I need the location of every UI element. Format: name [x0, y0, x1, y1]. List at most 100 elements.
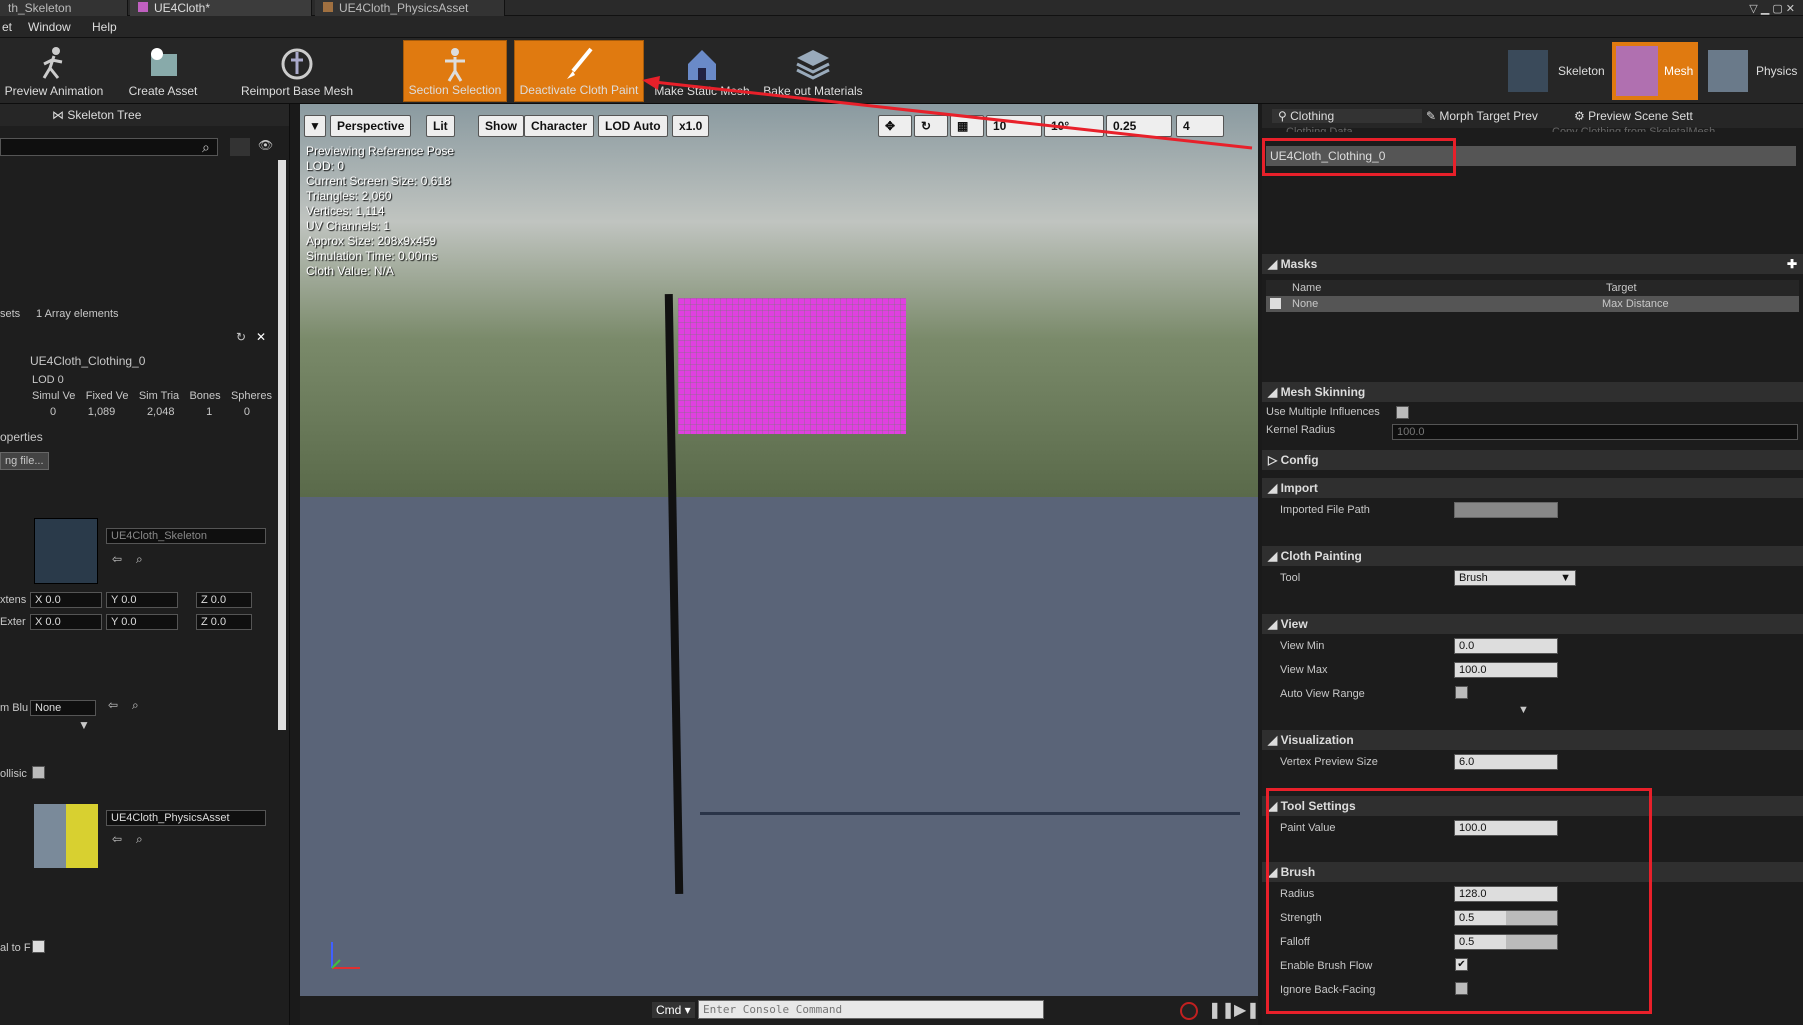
create-asset-button[interactable]: Create Asset: [118, 40, 208, 102]
tool-select[interactable]: Brush ▼: [1454, 570, 1576, 586]
menu-item-window[interactable]: Window: [28, 20, 71, 34]
radius-field[interactable]: 128.0: [1454, 886, 1558, 902]
physics-mode-label[interactable]: Physics: [1756, 64, 1797, 78]
refresh-icon[interactable]: ↻: [236, 330, 246, 344]
use-multiple-checkbox[interactable]: [1396, 406, 1409, 419]
tab-skeleton-tree[interactable]: ⋈ Skeleton Tree: [52, 108, 141, 122]
extent2-x-field[interactable]: X 0.0: [30, 614, 102, 630]
skeleton-mode-label[interactable]: Skeleton: [1558, 64, 1605, 78]
physics-icon: [323, 2, 333, 12]
record-icon[interactable]: [1180, 1002, 1198, 1020]
extent-z-field[interactable]: Z 0.0: [196, 592, 252, 608]
expand-down-icon[interactable]: ▼: [1518, 704, 1529, 716]
paint-value-field[interactable]: 100.0: [1454, 820, 1558, 836]
extent-y-field[interactable]: Y 0.0: [106, 592, 178, 608]
falloff-slider[interactable]: 0.5: [1454, 934, 1558, 950]
mesh-skinning-header[interactable]: ◢ Mesh Skinning: [1262, 382, 1803, 402]
viewport-menu-dropdown[interactable]: ▼: [304, 115, 326, 137]
expand-down-icon[interactable]: ▼: [78, 718, 90, 732]
tab-morph-target[interactable]: ✎ Morph Target Prev: [1426, 109, 1538, 123]
load-file-button[interactable]: ng file...: [0, 452, 49, 470]
mesh-mode-button[interactable]: Mesh: [1612, 42, 1698, 100]
extent2-z-field[interactable]: Z 0.0: [196, 614, 252, 630]
eye-icon[interactable]: 👁: [258, 138, 273, 152]
cloth-flag[interactable]: [678, 298, 906, 434]
physics-asset-select[interactable]: UE4Cloth_PhysicsAsset: [106, 810, 266, 826]
stat-value: 0: [243, 406, 250, 418]
auto-view-range-checkbox[interactable]: [1455, 686, 1468, 699]
pause-icon[interactable]: ❚❚: [1208, 1000, 1235, 1020]
perspective-button[interactable]: Perspective: [330, 115, 412, 137]
stat-value: 1,089: [87, 406, 116, 418]
cloth-painting-header[interactable]: ◢ Cloth Painting: [1262, 546, 1803, 566]
deactivate-cloth-paint-button[interactable]: Deactivate Cloth Paint: [514, 40, 644, 102]
search-input[interactable]: [0, 138, 218, 156]
list-view-icon[interactable]: [230, 138, 250, 156]
blueprint-label: m Blu: [0, 702, 29, 714]
arrow-left-icon[interactable]: ⇦: [112, 552, 122, 566]
right-tab-row: ⚲ Clothing ✎ Morph Target Prev ⚙ Preview…: [1262, 104, 1803, 128]
stat-header: Sim Tria: [138, 390, 180, 402]
tool-settings-header[interactable]: ◢ Tool Settings: [1262, 796, 1803, 816]
collision-checkbox[interactable]: [32, 766, 45, 779]
console-input[interactable]: [698, 1000, 1044, 1019]
arrow-left-icon[interactable]: ⇦: [108, 698, 118, 712]
window-controls[interactable]: ▽ ▁ ▢ ✕: [1749, 2, 1795, 15]
import-header[interactable]: ◢ Import: [1262, 478, 1803, 498]
clothing-stats-header: Simul Ve Fixed Ve Sim Tria Bones Spheres: [32, 390, 272, 402]
ignore-back-facing-checkbox[interactable]: [1455, 982, 1468, 995]
property-label: Enable Brush Flow: [1280, 960, 1373, 972]
reimport-base-mesh-button[interactable]: Reimport Base Mesh: [232, 40, 362, 102]
menu-item-edit[interactable]: et: [2, 20, 12, 34]
tab-clothing[interactable]: ⚲ Clothing: [1272, 109, 1422, 123]
search-icon[interactable]: ⌕: [202, 139, 210, 156]
enable-brush-flow-checkbox[interactable]: ✔: [1455, 958, 1468, 971]
extent2-y-field[interactable]: Y 0.0: [106, 614, 178, 630]
view-header[interactable]: ◢ View: [1262, 614, 1803, 634]
copy-clothing-button[interactable]: Copy Clothing from SkeletalMesh: [1552, 126, 1715, 132]
table-row[interactable]: None Max Distance: [1266, 296, 1799, 312]
section-selection-button[interactable]: Section Selection: [403, 40, 507, 102]
property-label: Falloff: [1280, 936, 1310, 948]
cmd-dropdown[interactable]: Cmd ▾: [652, 1002, 695, 1018]
strength-slider[interactable]: 0.5: [1454, 910, 1558, 926]
mask-checkbox[interactable]: [1269, 297, 1282, 310]
menu-item-help[interactable]: Help: [92, 20, 117, 34]
blueprint-select[interactable]: None: [30, 700, 96, 716]
kernel-radius-field[interactable]: 100.0: [1392, 424, 1798, 440]
extent-x-field[interactable]: X 0.0: [30, 592, 102, 608]
tab-skeleton[interactable]: th_Skeleton: [0, 0, 128, 16]
config-header[interactable]: ▷ Config: [1262, 450, 1803, 470]
left-details-panel: ⋈ Skeleton Tree ⌕ 👁 sets 1 Array element…: [0, 104, 290, 1025]
tab-ue4cloth[interactable]: UE4Cloth*: [130, 0, 312, 16]
bottom-checkbox[interactable]: [32, 940, 45, 953]
viewport[interactable]: ▼ Perspective Lit Show Character LOD Aut…: [300, 104, 1258, 1025]
viewport-bottom-bar: Cmd ▾ ❚❚ ▶❚: [300, 996, 1258, 1025]
masks-header[interactable]: ◢ Masks ✚: [1262, 254, 1803, 274]
visualization-header[interactable]: ◢ Visualization: [1262, 730, 1803, 750]
view-max-field[interactable]: 100.0: [1454, 662, 1558, 678]
physics-mode-icon[interactable]: [1708, 50, 1748, 92]
arrow-left-icon[interactable]: ⇦: [112, 832, 122, 846]
lit-button[interactable]: Lit: [426, 115, 455, 137]
vertex-preview-size-field[interactable]: 6.0: [1454, 754, 1558, 770]
mask-target: Max Distance: [1602, 298, 1669, 310]
browse-icon[interactable]: ⌕: [136, 552, 143, 567]
tab-preview-scene[interactable]: ⚙ Preview Scene Sett: [1574, 109, 1693, 123]
brush-header[interactable]: ◢ Brush: [1262, 862, 1803, 882]
browse-icon[interactable]: ⌕: [136, 832, 143, 847]
show-button[interactable]: Show: [478, 115, 524, 137]
scrollbar[interactable]: [278, 160, 286, 730]
browse-icon[interactable]: ⌕: [132, 698, 139, 713]
stat-value: 2,048: [146, 406, 175, 418]
skeleton-asset-select[interactable]: UE4Cloth_Skeleton: [106, 528, 266, 544]
skeleton-mode-icon[interactable]: [1508, 50, 1548, 92]
close-icon[interactable]: ✕: [256, 330, 266, 344]
character-button[interactable]: Character: [524, 115, 595, 137]
clothing-list-item[interactable]: UE4Cloth_Clothing_0: [1266, 146, 1796, 166]
view-min-field[interactable]: 0.0: [1454, 638, 1558, 654]
step-forward-icon[interactable]: ▶❚: [1234, 1000, 1258, 1020]
add-icon[interactable]: ✚: [1787, 257, 1797, 271]
preview-animation-button[interactable]: Preview Animation: [0, 40, 108, 102]
tab-physics-asset[interactable]: UE4Cloth_PhysicsAsset: [315, 0, 505, 16]
